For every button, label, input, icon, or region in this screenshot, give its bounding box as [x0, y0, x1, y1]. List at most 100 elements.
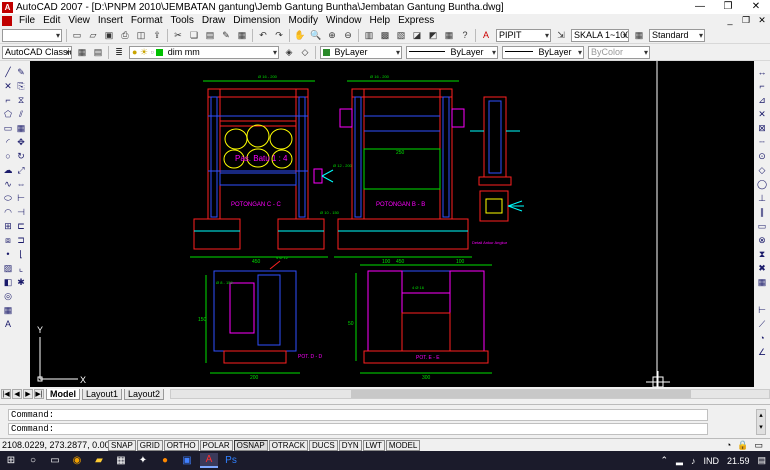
circle-icon[interactable]: ○ [2, 151, 14, 162]
polyline-icon[interactable]: ⌐ [2, 95, 14, 106]
lwt-toggle[interactable]: LWT [362, 439, 385, 451]
drawing-canvas[interactable]: Pas. Batu 1 : 4 POTONGAN C - C 450 Ø 16 … [30, 61, 754, 387]
snap-apparent-icon[interactable]: ⊠ [756, 123, 768, 134]
grid-toggle[interactable]: GRID [136, 439, 163, 451]
distance-icon[interactable]: ↔ [756, 67, 768, 78]
snap-extension-icon[interactable]: ┄ [756, 137, 768, 148]
menu-file[interactable]: File [15, 14, 39, 27]
plot-icon[interactable]: ⎙ [118, 29, 132, 42]
ellipse-arc-icon[interactable]: ◠ [2, 207, 14, 218]
help-icon[interactable]: ? [458, 29, 472, 42]
prev-tab-icon[interactable]: ◀ [12, 389, 22, 399]
insert-block-icon[interactable]: ⊞ [2, 221, 14, 232]
polygon-icon[interactable]: ⬠ [2, 109, 14, 120]
region-icon[interactable]: ◎ [2, 291, 14, 302]
linetype-combo[interactable]: ByLayer [406, 45, 498, 59]
copy-object-icon[interactable]: ⎘ [15, 81, 27, 92]
snap-toggle[interactable]: SNAP [108, 439, 136, 451]
notification-icon[interactable]: ▤ [757, 455, 766, 466]
tab-layout1[interactable]: Layout1 [82, 388, 123, 400]
menu-dimension[interactable]: Dimension [229, 14, 284, 27]
textstyle-combo[interactable]: Standard [649, 28, 705, 42]
menu-tools[interactable]: Tools [167, 14, 198, 27]
dim-aligned-icon[interactable]: ⟋ [756, 319, 768, 330]
ducs-toggle[interactable]: DUCS [309, 439, 338, 451]
scrollbar-thumb[interactable] [351, 390, 692, 398]
app-icon-2[interactable]: ✦ [134, 453, 152, 468]
tab-model[interactable]: Model [46, 388, 80, 400]
gradient-icon[interactable]: ◧ [2, 277, 14, 288]
block-editor-icon[interactable]: ▦ [235, 29, 249, 42]
trim-icon[interactable]: ⊢ [15, 193, 27, 204]
network-icon[interactable]: ▂ [676, 455, 683, 466]
snap-parallel-icon[interactable]: ∥ [756, 207, 768, 218]
rectangle-icon[interactable]: ▭ [2, 123, 14, 134]
markup-icon[interactable]: ◩ [426, 29, 440, 42]
command-scroll-icon[interactable]: ▴ ▾ [756, 409, 766, 435]
offset-icon[interactable]: ⫽ [15, 109, 27, 120]
menu-help[interactable]: Help [366, 14, 395, 27]
pan-icon[interactable]: ✋ [293, 29, 307, 42]
snap-tangent-icon[interactable]: ◯ [756, 179, 768, 190]
keyboard-language[interactable]: IND [703, 456, 719, 466]
next-tab-icon[interactable]: ▶ [23, 389, 33, 399]
lineweight-combo[interactable]: ByLayer [502, 45, 584, 59]
snap-intersection-icon[interactable]: ✕ [756, 109, 768, 120]
task-view-icon[interactable]: ▭ [46, 453, 64, 468]
open-file-icon[interactable]: ▱ [86, 29, 100, 42]
paste-icon[interactable]: ▤ [203, 29, 217, 42]
snap-center-icon[interactable]: ⊙ [756, 151, 768, 162]
chamfer-icon[interactable]: ⌊ [15, 249, 27, 260]
dimstyle-icon[interactable]: ⇲ [554, 29, 568, 42]
snap-nearest-icon[interactable]: ⧗ [756, 249, 768, 260]
app-icon-3[interactable]: ● [156, 453, 174, 468]
snap-midpoint-icon[interactable]: ⊿ [756, 95, 768, 106]
command-input[interactable]: Command: [8, 423, 708, 435]
clean-screen-icon[interactable]: ▭ [754, 440, 763, 451]
revision-cloud-icon[interactable]: ☁ [2, 165, 14, 176]
scale-icon[interactable]: ⤢ [15, 165, 27, 176]
last-tab-icon[interactable]: ▶| [34, 389, 44, 399]
snap-quadrant-icon[interactable]: ◇ [756, 165, 768, 176]
snap-perpendicular-icon[interactable]: ⊥ [756, 193, 768, 204]
menu-modify[interactable]: Modify [285, 14, 322, 27]
plotstyle-combo[interactable]: ByColor [588, 45, 650, 59]
autocad-app-icon[interactable]: A [2, 1, 13, 13]
minimize-button[interactable]: — [686, 0, 714, 14]
maximize-button[interactable]: ❐ [714, 0, 742, 14]
workspace-combo[interactable]: AutoCAD Classic [2, 45, 72, 59]
ellipse-icon[interactable]: ⬭ [2, 193, 14, 204]
design-center-icon[interactable]: ▩ [378, 29, 392, 42]
file-explorer-icon[interactable]: ▰ [90, 453, 108, 468]
document-icon[interactable] [2, 15, 12, 26]
doc-restore-icon[interactable]: ❐ [738, 15, 754, 26]
menu-express[interactable]: Express [394, 14, 438, 27]
zoom-realtime-icon[interactable]: 🔍 [309, 29, 323, 42]
join-icon[interactable]: ⊐ [15, 235, 27, 246]
workspace-menu-icon[interactable]: ▤ [91, 46, 105, 59]
redo-icon[interactable]: ↷ [272, 29, 286, 42]
zoom-window-icon[interactable]: ⊕ [325, 29, 339, 42]
menu-insert[interactable]: Insert [94, 14, 127, 27]
snap-insert-icon[interactable]: ▭ [756, 221, 768, 232]
tray-chevron-icon[interactable]: ⌃ [660, 455, 668, 466]
new-file-icon[interactable]: ▭ [70, 29, 84, 42]
coordinate-readout[interactable]: 2108.0229, 273.2877, 0.0000 [0, 440, 120, 450]
chrome-icon[interactable]: ◉ [68, 453, 86, 468]
layer-manager-icon[interactable]: ≣ [112, 46, 126, 59]
layer-previous-icon[interactable]: ◇ [298, 46, 312, 59]
extend-icon[interactable]: ⊣ [15, 207, 27, 218]
multiline-text-icon[interactable]: A [2, 319, 14, 330]
dim-radius-icon[interactable]: ◔ [756, 333, 768, 344]
windows-start-icon[interactable]: ⊞ [2, 453, 20, 468]
layer-combo[interactable]: ● ☀ ▫ dim mm [129, 45, 279, 59]
menu-draw[interactable]: Draw [198, 14, 229, 27]
make-current-layer-icon[interactable]: ◈ [282, 46, 296, 59]
communication-center-icon[interactable]: ◔ [726, 440, 731, 451]
arc-icon[interactable]: ◜ [2, 137, 14, 148]
make-block-icon[interactable]: ⧈ [2, 235, 14, 246]
doc-close-icon[interactable]: ✕ [754, 15, 770, 26]
app-icon-4[interactable]: ▣ [178, 453, 196, 468]
point-icon[interactable]: • [2, 249, 14, 260]
dim-angular-icon[interactable]: ∠ [756, 347, 768, 358]
